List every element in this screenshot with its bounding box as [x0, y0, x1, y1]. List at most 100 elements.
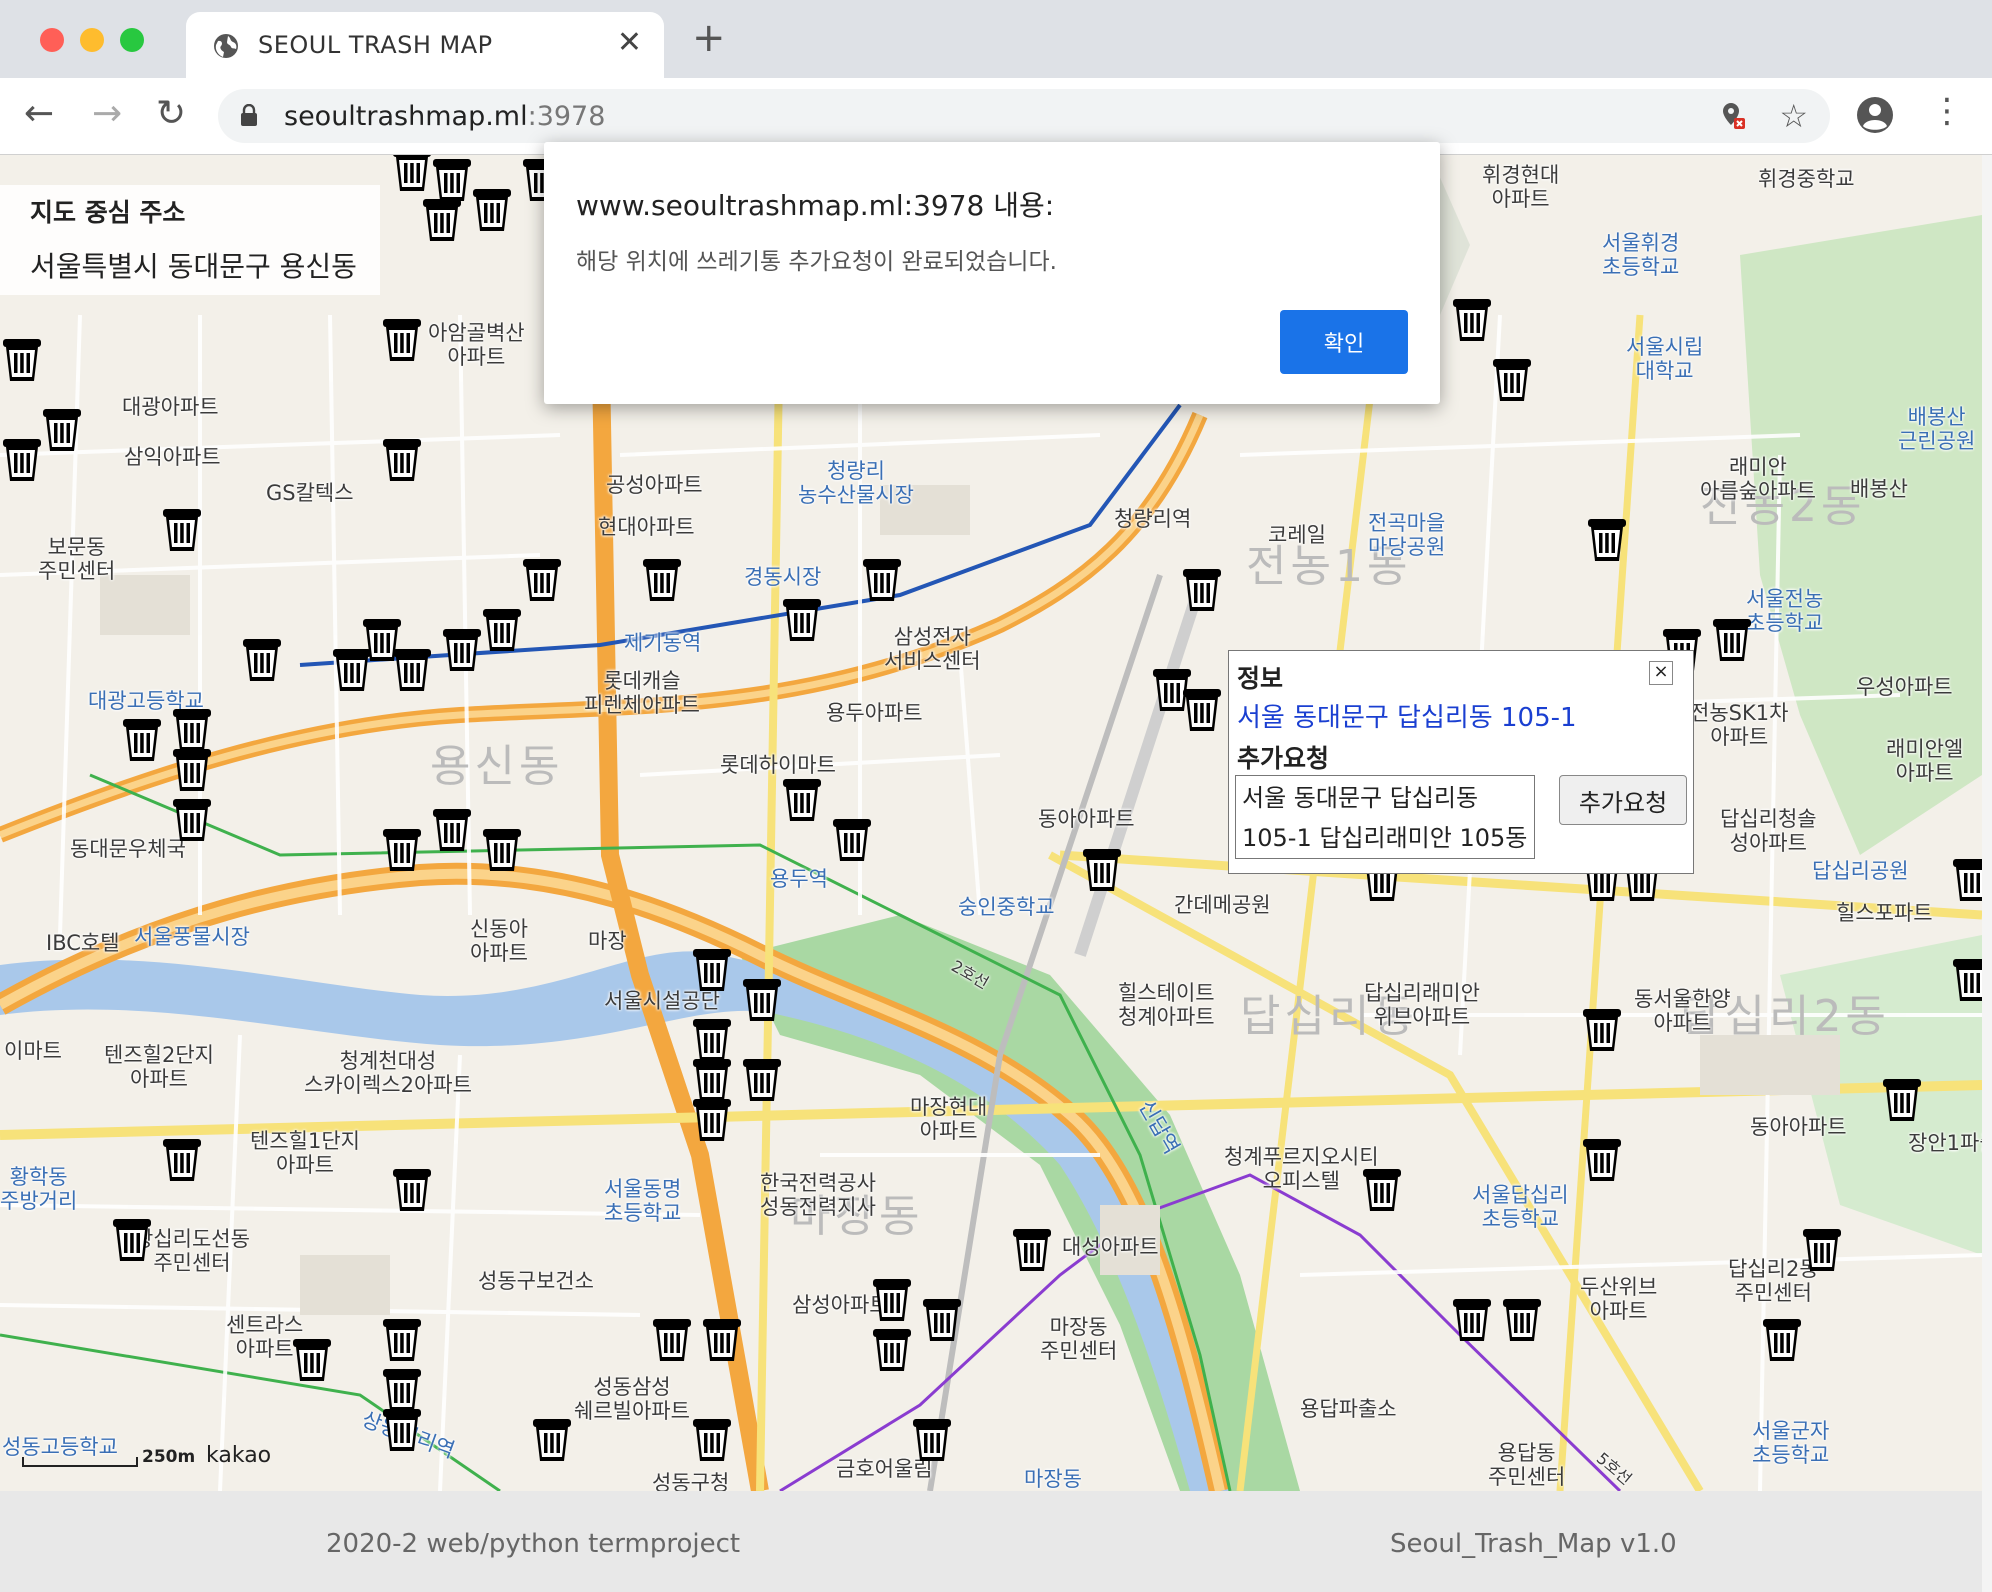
trash-bin-marker[interactable] [740, 975, 784, 1023]
center-address-value: 서울특별시 동대문구 용신동 [30, 250, 357, 283]
trash-bin-marker[interactable] [160, 1135, 204, 1183]
request-button[interactable]: 추가요청 [1559, 775, 1687, 825]
trash-bin-marker[interactable] [1585, 515, 1629, 563]
browser-menu-icon[interactable]: ⋮ [1930, 94, 1964, 128]
page-scrollbar[interactable] [1982, 155, 1992, 1592]
trash-bin-marker[interactable] [0, 435, 44, 483]
trash-bin-marker[interactable] [380, 1405, 424, 1453]
forward-button[interactable]: → [92, 96, 122, 132]
trash-bin-marker[interactable] [420, 195, 464, 243]
trash-bin-marker[interactable] [870, 1275, 914, 1323]
window-minimize-button[interactable] [80, 28, 104, 52]
map-label: 힐스포파트 [1836, 901, 1933, 925]
trash-bin-marker[interactable] [1500, 1295, 1544, 1343]
trash-bin-marker[interactable] [1580, 1135, 1624, 1183]
window-zoom-button[interactable] [120, 28, 144, 52]
trash-bin-marker[interactable] [290, 1335, 334, 1383]
scale-label: 250m [142, 1447, 196, 1467]
trash-bin-marker[interactable] [1360, 1165, 1404, 1213]
trash-bin-marker[interactable] [380, 315, 424, 363]
trash-bin-marker[interactable] [1450, 295, 1494, 343]
trash-bin-marker[interactable] [480, 605, 524, 653]
info-close-button[interactable]: × [1649, 661, 1673, 685]
map-label: 동아아파트 [1038, 807, 1135, 831]
trash-bin-marker[interactable] [700, 1315, 744, 1363]
back-button[interactable]: ← [24, 96, 54, 132]
map-label: 텐즈힐2단지 아파트 [104, 1043, 214, 1091]
trash-bin-marker[interactable] [160, 505, 204, 553]
request-textarea[interactable] [1235, 775, 1535, 859]
map-label: 우성아파트 [1856, 675, 1953, 699]
trash-bin-marker[interactable] [640, 555, 684, 603]
trash-bin-marker[interactable] [1880, 1075, 1924, 1123]
trash-bin-marker[interactable] [830, 815, 874, 863]
trash-bin-marker[interactable] [1800, 1225, 1844, 1273]
trash-bin-marker[interactable] [690, 1095, 734, 1143]
trash-bin-marker[interactable] [780, 595, 824, 643]
trash-bin-marker[interactable] [910, 1415, 954, 1463]
alert-ok-button[interactable]: 확인 [1280, 310, 1408, 374]
location-blocked-icon[interactable] [1720, 101, 1746, 131]
trash-bin-marker[interactable] [170, 745, 214, 793]
new-tab-button[interactable]: + [692, 18, 726, 58]
map-label: 서울전농 초등학교 [1746, 587, 1824, 635]
trash-bin-marker[interactable] [380, 1315, 424, 1363]
trash-bin-marker[interactable] [690, 1415, 734, 1463]
map-label: 용두역 [770, 867, 828, 891]
trash-bin-marker[interactable] [470, 185, 514, 233]
trash-bin-marker[interactable] [860, 555, 904, 603]
map-label: 힐스테이트 청계아파트 [1118, 981, 1215, 1029]
trash-bin-marker[interactable] [390, 155, 434, 193]
address-bar[interactable]: seoultrashmap.ml:3978 ☆ [218, 89, 1830, 143]
trash-bin-marker[interactable] [1450, 1295, 1494, 1343]
trash-bin-marker[interactable] [530, 1415, 574, 1463]
map-label: 성동구보건소 [478, 1269, 594, 1293]
bookmark-star-icon[interactable]: ☆ [1779, 97, 1808, 135]
map-label: 성동구청 [652, 1471, 730, 1491]
map-label: 청량리 농수산물시장 [798, 459, 914, 507]
reload-button[interactable]: ↻ [156, 96, 186, 132]
trash-bin-marker[interactable] [870, 1325, 914, 1373]
profile-avatar-icon[interactable] [1856, 96, 1894, 134]
trash-bin-marker[interactable] [740, 1055, 784, 1103]
tab-close-icon[interactable]: ✕ [617, 28, 642, 58]
globe-icon [214, 34, 238, 58]
trash-bin-marker[interactable] [430, 805, 474, 853]
map-label: 공성아파트 [606, 473, 703, 497]
trash-bin-marker[interactable] [120, 715, 164, 763]
trash-bin-marker[interactable] [1710, 615, 1754, 663]
trash-bin-marker[interactable] [520, 555, 564, 603]
trash-bin-marker[interactable] [690, 945, 734, 993]
trash-bin-marker[interactable] [40, 405, 84, 453]
trash-bin-marker[interactable] [380, 435, 424, 483]
trash-bin-marker[interactable] [170, 795, 214, 843]
trash-bin-marker[interactable] [330, 645, 374, 693]
trash-bin-marker[interactable] [390, 645, 434, 693]
trash-bin-marker[interactable] [1760, 1315, 1804, 1363]
trash-bin-marker[interactable] [650, 1315, 694, 1363]
trash-bin-marker[interactable] [780, 775, 824, 823]
trash-bin-marker[interactable] [110, 1215, 154, 1263]
trash-bin-marker[interactable] [380, 825, 424, 873]
map-label: GS칼텍스 [266, 481, 354, 505]
trash-bin-marker[interactable] [1580, 1005, 1624, 1053]
trash-bin-marker[interactable] [1490, 355, 1534, 403]
browser-tab[interactable]: SEOUL TRASH MAP ✕ [186, 12, 664, 78]
window-close-button[interactable] [40, 28, 64, 52]
trash-bin-marker[interactable] [1180, 565, 1224, 613]
trash-bin-marker[interactable] [920, 1295, 964, 1343]
footer-left-text: 2020-2 web/python termproject [326, 1529, 741, 1559]
trash-bin-marker[interactable] [1950, 855, 1982, 903]
map-label: 황학동 주방거리 [0, 1165, 78, 1213]
trash-bin-marker[interactable] [1950, 955, 1982, 1003]
trash-bin-marker[interactable] [480, 825, 524, 873]
map-label: 서울시립 대학교 [1626, 335, 1704, 383]
trash-bin-marker[interactable] [440, 625, 484, 673]
trash-bin-marker[interactable] [0, 335, 44, 383]
trash-bin-marker[interactable] [390, 1165, 434, 1213]
trash-bin-marker[interactable] [1080, 845, 1124, 893]
trash-bin-marker[interactable] [1010, 1225, 1054, 1273]
map-label: 두산위브 아파트 [1580, 1275, 1658, 1323]
trash-bin-marker[interactable] [1180, 685, 1224, 733]
trash-bin-marker[interactable] [240, 635, 284, 683]
